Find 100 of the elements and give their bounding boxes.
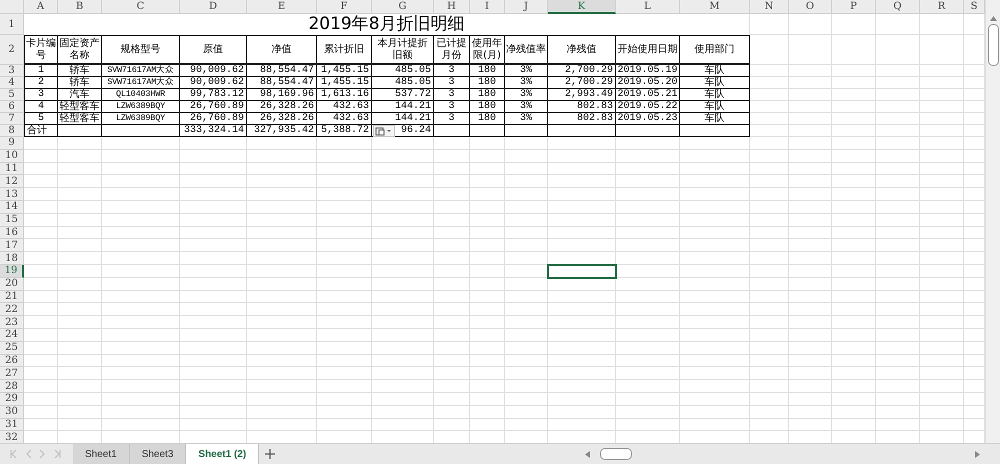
row-header[interactable]: 28 — [0, 380, 24, 393]
paste-options-icon[interactable] — [373, 125, 395, 137]
row-header[interactable]: 6 — [0, 101, 24, 113]
row-header[interactable]: 23 — [0, 316, 24, 329]
table-cell: 485.05 — [394, 65, 431, 76]
column-header[interactable]: P — [832, 0, 876, 14]
column-header[interactable]: E — [247, 0, 317, 14]
column-header[interactable]: G — [372, 0, 434, 14]
row-header[interactable]: 26 — [0, 354, 24, 368]
row-header[interactable]: 16 — [0, 226, 24, 240]
column-header[interactable]: L — [616, 0, 680, 14]
column-header[interactable]: I — [470, 0, 505, 14]
next-sheet-icon[interactable] — [40, 450, 45, 458]
table-cell: 合计 — [27, 125, 47, 136]
table-cell: SVW71617AM大众 — [107, 77, 174, 88]
column-title: 已计提月份 — [436, 38, 468, 62]
table-cell: 98,169.96 — [260, 89, 314, 100]
row-header[interactable]: 24 — [0, 328, 24, 342]
row-header[interactable]: 4 — [0, 77, 24, 89]
scroll-up-icon[interactable] — [990, 16, 996, 21]
row-header[interactable]: 27 — [0, 367, 24, 380]
row-header[interactable]: 3 — [0, 65, 24, 77]
table-cell: 3% — [520, 101, 532, 112]
row-header[interactable]: 2 — [0, 35, 24, 65]
row-header[interactable]: 32 — [0, 431, 24, 443]
table-cell: 轿车 — [70, 77, 90, 88]
table-cell: 180 — [478, 101, 496, 112]
scrollbar-thumb[interactable] — [600, 448, 632, 460]
table-cell: 88,554.47 — [260, 65, 314, 76]
scroll-right-icon[interactable] — [975, 450, 980, 458]
sheet-tab[interactable]: Sheet1 — [73, 444, 130, 464]
table-cell: 96.24 — [400, 125, 431, 136]
table-cell: 2,993.49 — [564, 89, 613, 100]
column-header[interactable]: O — [789, 0, 832, 14]
row-header[interactable]: 10 — [0, 150, 24, 163]
add-sheet-icon[interactable] — [265, 449, 276, 459]
table-cell: 1,455.15 — [320, 77, 369, 88]
table-cell: 2 — [38, 77, 44, 88]
table-cell: 轿车 — [70, 65, 90, 76]
row-header[interactable]: 7 — [0, 113, 24, 125]
table-cell: 26,760.89 — [190, 113, 244, 124]
column-title: 使用部门 — [694, 44, 734, 56]
row-header[interactable]: 12 — [0, 175, 24, 188]
column-header[interactable]: A — [24, 0, 58, 14]
column-header[interactable]: J — [505, 0, 548, 14]
last-sheet-icon[interactable] — [54, 450, 61, 458]
table-cell: 3% — [520, 113, 532, 124]
table-cell: 车队 — [704, 101, 724, 112]
previous-sheet-icon[interactable] — [26, 450, 31, 458]
scrollbar-thumb[interactable] — [988, 24, 998, 66]
column-header[interactable]: R — [920, 0, 964, 14]
column-header[interactable]: C — [102, 0, 180, 14]
table-cell: 3% — [520, 89, 532, 100]
row-header[interactable]: 13 — [0, 188, 24, 201]
row-header[interactable]: 31 — [0, 418, 24, 432]
column-header[interactable]: H — [434, 0, 470, 14]
table-cell: 144.21 — [394, 113, 431, 124]
table-cell: 180 — [478, 89, 496, 100]
row-header[interactable]: 8 — [0, 125, 24, 137]
column-header[interactable]: K — [548, 0, 616, 14]
column-header[interactable]: D — [180, 0, 247, 14]
row-header[interactable]: 18 — [0, 252, 24, 265]
column-header[interactable]: F — [317, 0, 372, 14]
table-cell: 2,700.29 — [564, 65, 613, 76]
column-header[interactable]: M — [680, 0, 750, 14]
row-header[interactable]: 29 — [0, 392, 24, 406]
column-title: 开始使用日期 — [618, 44, 678, 56]
cell-cursor[interactable] — [548, 264, 616, 278]
table-cell: 26,328.26 — [260, 113, 314, 124]
table-cell: LZW6389BQY — [116, 113, 165, 124]
row-header[interactable]: 21 — [0, 290, 24, 304]
row-header[interactable]: 22 — [0, 303, 24, 316]
row-header[interactable]: 15 — [0, 214, 24, 227]
row-header[interactable]: 9 — [0, 137, 24, 150]
table-cell: 2019.05.21 — [618, 89, 678, 100]
column-header[interactable]: S — [964, 0, 985, 14]
column-title: 原值 — [203, 44, 223, 56]
sheet-title: 2019年8月折旧明细 — [24, 14, 750, 35]
column-header[interactable]: N — [750, 0, 789, 14]
row-header[interactable]: 11 — [0, 162, 24, 176]
row-header[interactable]: 1 — [0, 14, 24, 35]
column-title: 固定资产名称 — [59, 38, 100, 62]
row-header[interactable]: 5 — [0, 89, 24, 101]
column-header[interactable]: B — [58, 0, 102, 14]
row-header[interactable]: 19 — [0, 264, 24, 278]
row-header[interactable]: 14 — [0, 200, 24, 214]
scroll-left-icon[interactable] — [585, 450, 590, 458]
sheet-tab[interactable]: Sheet3 — [130, 444, 186, 464]
table-cell: 180 — [478, 65, 496, 76]
column-title: 累计折旧 — [324, 44, 364, 56]
row-header[interactable]: 17 — [0, 239, 24, 252]
sheet-tab[interactable]: Sheet1 (2) — [186, 444, 260, 464]
table-cell: 432.63 — [332, 113, 369, 124]
table-cell: 90,009.62 — [190, 65, 244, 76]
row-header[interactable]: 30 — [0, 406, 24, 419]
first-sheet-icon[interactable] — [10, 450, 17, 458]
table-cell: 汽车 — [70, 89, 90, 100]
column-header[interactable]: Q — [876, 0, 920, 14]
row-header[interactable]: 25 — [0, 342, 24, 355]
row-header[interactable]: 20 — [0, 278, 24, 291]
